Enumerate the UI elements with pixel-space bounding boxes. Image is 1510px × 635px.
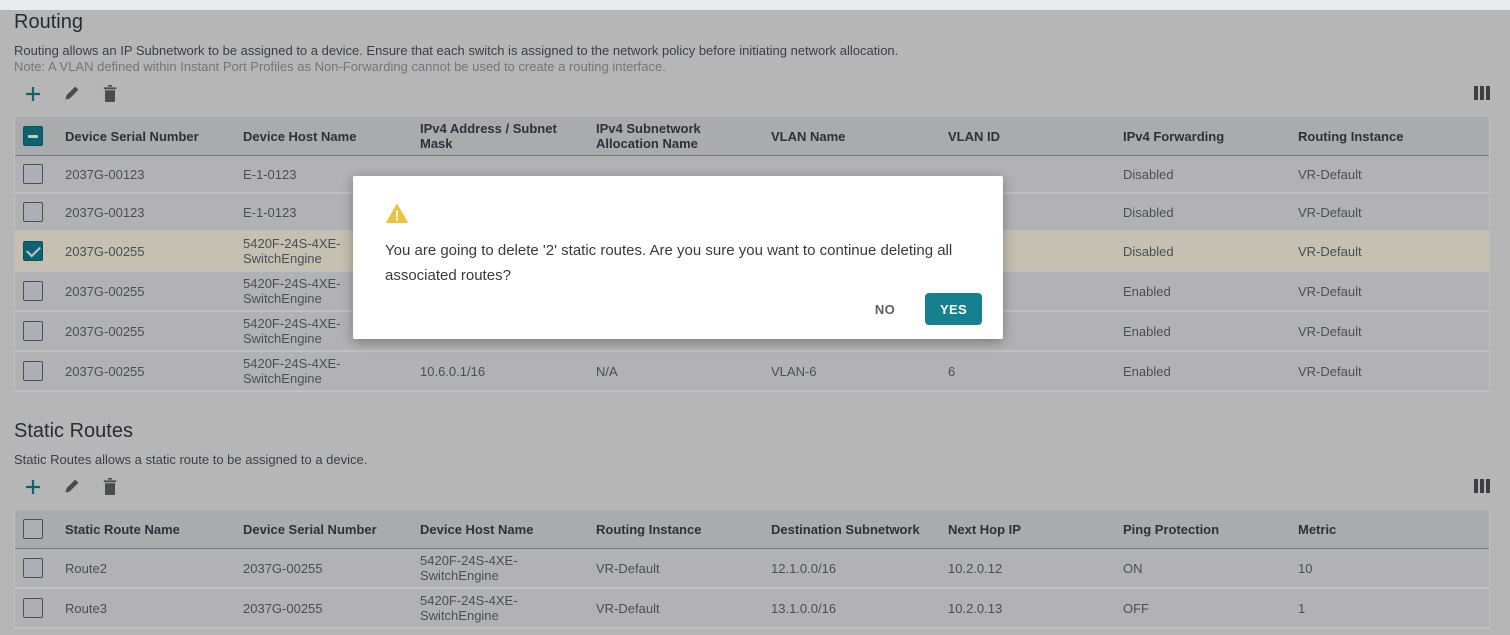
delete-confirmation-dialog: You are going to delete '2' static route…	[353, 176, 1003, 339]
warning-icon	[386, 204, 408, 229]
dialog-buttons: NO YES	[871, 293, 982, 325]
dialog-message: You are going to delete '2' static route…	[385, 238, 963, 288]
yes-button[interactable]: YES	[925, 293, 982, 325]
no-button[interactable]: NO	[871, 296, 899, 323]
